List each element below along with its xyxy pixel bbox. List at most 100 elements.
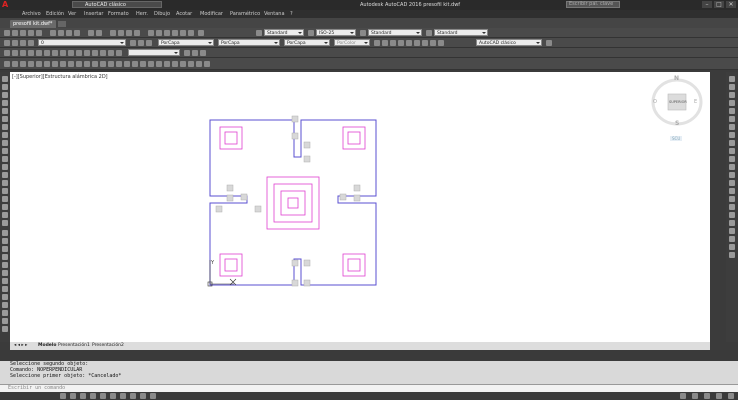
tool-17-icon[interactable] (192, 50, 198, 56)
snap-2-icon[interactable] (12, 61, 18, 67)
status-7-icon[interactable] (120, 393, 126, 399)
insert-block-icon[interactable] (2, 164, 8, 170)
menu-archivo[interactable]: Archivo (22, 11, 41, 17)
mtext-icon[interactable] (2, 220, 8, 226)
tab-modelo[interactable]: Modelo (38, 343, 56, 348)
snap-26-icon[interactable] (204, 61, 210, 67)
region-icon[interactable] (2, 204, 8, 210)
right-tool-11-icon[interactable] (729, 156, 735, 162)
menu-parametrico[interactable]: Paramétrico (230, 11, 260, 17)
trim-icon[interactable] (2, 302, 8, 308)
snap-25-icon[interactable] (196, 61, 202, 67)
stretch-icon[interactable] (2, 294, 8, 300)
menu-help[interactable]: ? (290, 11, 293, 17)
menu-ventana[interactable]: Ventana (264, 11, 285, 17)
snap-13-icon[interactable] (100, 61, 106, 67)
tool-5-icon[interactable] (36, 50, 42, 56)
viewcube-west[interactable]: O (653, 99, 657, 105)
snap-14-icon[interactable] (108, 61, 114, 67)
menu-dibujo[interactable]: Dibujo (154, 11, 170, 17)
copy-object-icon[interactable] (2, 238, 8, 244)
tool-select[interactable] (128, 49, 180, 56)
tab-presentacion1[interactable]: Presentación1 (58, 343, 90, 348)
maximize-button[interactable]: □ (714, 1, 724, 8)
extend-icon[interactable] (2, 310, 8, 316)
redo-icon[interactable] (96, 30, 102, 36)
snap-6-icon[interactable] (44, 61, 50, 67)
right-tool-10-icon[interactable] (729, 148, 735, 154)
revcloud-icon[interactable] (2, 132, 8, 138)
ellipse-icon[interactable] (2, 148, 8, 154)
tool-10-icon[interactable] (76, 50, 82, 56)
zoom-icon[interactable] (118, 30, 124, 36)
lineweight-select[interactable]: PorCapa (284, 39, 330, 46)
right-tool-21-icon[interactable] (729, 236, 735, 242)
snap-21-icon[interactable] (164, 61, 170, 67)
workspace-icon[interactable] (438, 40, 444, 46)
right-tool-9-icon[interactable] (729, 140, 735, 146)
workspace-select[interactable]: AutoCAD clásico (476, 39, 542, 46)
status-12-icon[interactable] (692, 393, 698, 399)
right-tool-15-icon[interactable] (729, 188, 735, 194)
snap-5-icon[interactable] (36, 61, 42, 67)
right-tool-7-icon[interactable] (729, 124, 735, 130)
right-tool-16-icon[interactable] (729, 196, 735, 202)
mleader-style-select[interactable]: Standard (434, 29, 488, 36)
right-tool-12-icon[interactable] (729, 164, 735, 170)
snap-23-icon[interactable] (180, 61, 186, 67)
status-3-icon[interactable] (80, 393, 86, 399)
camera-icon[interactable] (414, 40, 420, 46)
snap-22-icon[interactable] (172, 61, 178, 67)
status-8-icon[interactable] (130, 393, 136, 399)
tool-1-icon[interactable] (4, 50, 10, 56)
workspace-settings-icon[interactable] (546, 40, 552, 46)
viewcube[interactable]: N S E O SUPERIOR SCU (642, 72, 710, 152)
ellipse-arc-icon[interactable] (2, 156, 8, 162)
tool-8-icon[interactable] (60, 50, 66, 56)
minimize-button[interactable]: – (702, 1, 712, 8)
tool-6-icon[interactable] (44, 50, 50, 56)
zoom-prev-icon[interactable] (134, 30, 140, 36)
paste-icon[interactable] (66, 30, 72, 36)
menu-herr[interactable]: Herr. (136, 11, 148, 17)
polygon-icon[interactable] (2, 100, 8, 106)
make-block-icon[interactable] (2, 172, 8, 178)
table-style-select[interactable]: Standard (368, 29, 422, 36)
table-icon[interactable] (2, 212, 8, 218)
layer-manager-icon[interactable] (4, 40, 10, 46)
text-style-select[interactable]: Standard (264, 29, 304, 36)
snap-11-icon[interactable] (84, 61, 90, 67)
gradient-icon[interactable] (2, 196, 8, 202)
line-icon[interactable] (2, 76, 8, 82)
plotstyle-select[interactable]: PorColor (334, 39, 370, 46)
viewcube-east[interactable]: E (694, 99, 697, 105)
preview-icon[interactable] (36, 30, 42, 36)
arc-icon[interactable] (2, 116, 8, 122)
status-9-icon[interactable] (140, 393, 146, 399)
status-13-icon[interactable] (704, 393, 710, 399)
new-icon[interactable] (4, 30, 10, 36)
tool-15-icon[interactable] (116, 50, 122, 56)
right-tool-22-icon[interactable] (729, 244, 735, 250)
tool-7-icon[interactable] (52, 50, 58, 56)
mirror-icon[interactable] (2, 246, 8, 252)
viewcube-south[interactable]: S (675, 120, 679, 127)
view-icon[interactable] (374, 40, 380, 46)
materials-icon[interactable] (398, 40, 404, 46)
match-icon[interactable] (74, 30, 80, 36)
right-tool-13-icon[interactable] (729, 172, 735, 178)
snap-20-icon[interactable] (156, 61, 162, 67)
array-icon[interactable] (2, 262, 8, 268)
viewport-label[interactable]: [-][Superior][Estructura alámbrica 2D] (12, 74, 108, 80)
calc-icon[interactable] (188, 30, 194, 36)
rectangle-icon[interactable] (2, 108, 8, 114)
tab-presentacion2[interactable]: Presentación2 (92, 343, 124, 348)
polyline-icon[interactable] (2, 92, 8, 98)
right-tool-1-icon[interactable] (729, 76, 735, 82)
right-tool-18-icon[interactable] (729, 212, 735, 218)
designcenter-icon[interactable] (156, 30, 162, 36)
tab-nav-arrows[interactable]: ◂ ◂ ▸ ▸ (14, 343, 27, 348)
status-15-icon[interactable] (728, 393, 734, 399)
status-1-icon[interactable] (60, 393, 66, 399)
cut-icon[interactable] (50, 30, 56, 36)
